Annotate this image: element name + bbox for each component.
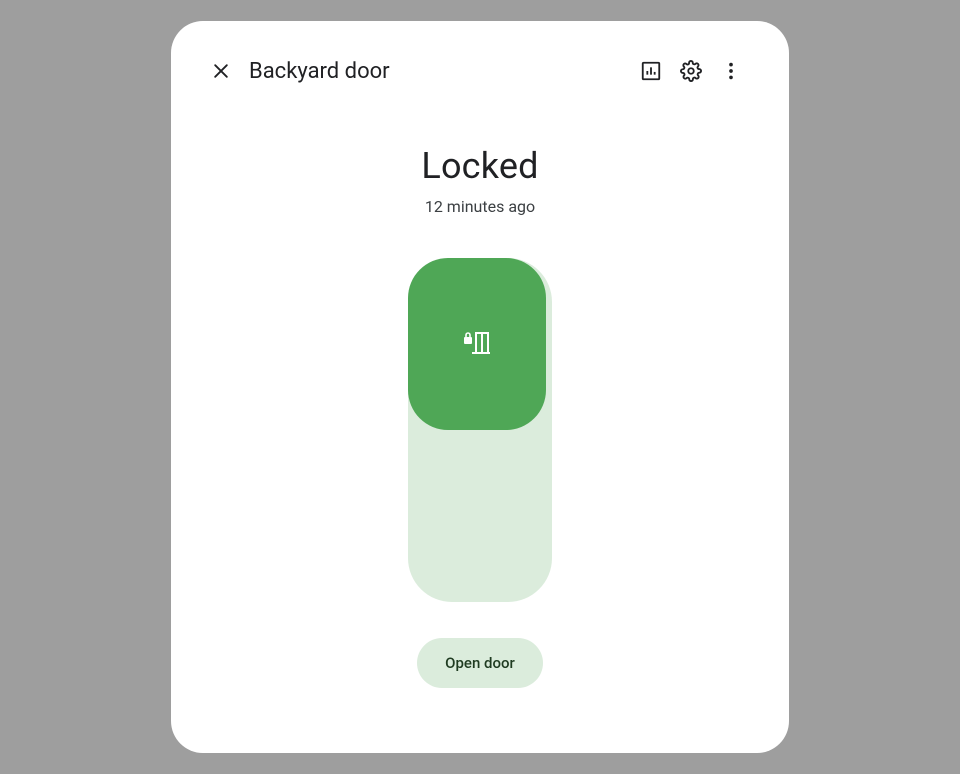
bar-chart-icon [640, 60, 662, 82]
header: Backyard door [209, 55, 751, 87]
lock-slider[interactable] [408, 258, 552, 602]
status-time: 12 minutes ago [425, 197, 535, 216]
page-title: Backyard door [249, 59, 390, 84]
open-door-button[interactable]: Open door [417, 638, 543, 688]
lock-slider-thumb[interactable] [408, 258, 546, 430]
device-card: Backyard door Locked 12 min [171, 21, 789, 753]
close-icon [211, 61, 231, 81]
gear-icon [680, 60, 702, 82]
more-button[interactable] [711, 51, 751, 91]
content: Locked 12 minutes ago Open door [209, 87, 751, 723]
status-state: Locked [421, 145, 538, 187]
stats-button[interactable] [631, 51, 671, 91]
settings-button[interactable] [671, 51, 711, 91]
more-vert-icon [720, 60, 742, 82]
locked-door-icon [462, 331, 492, 357]
close-button[interactable] [209, 59, 233, 83]
